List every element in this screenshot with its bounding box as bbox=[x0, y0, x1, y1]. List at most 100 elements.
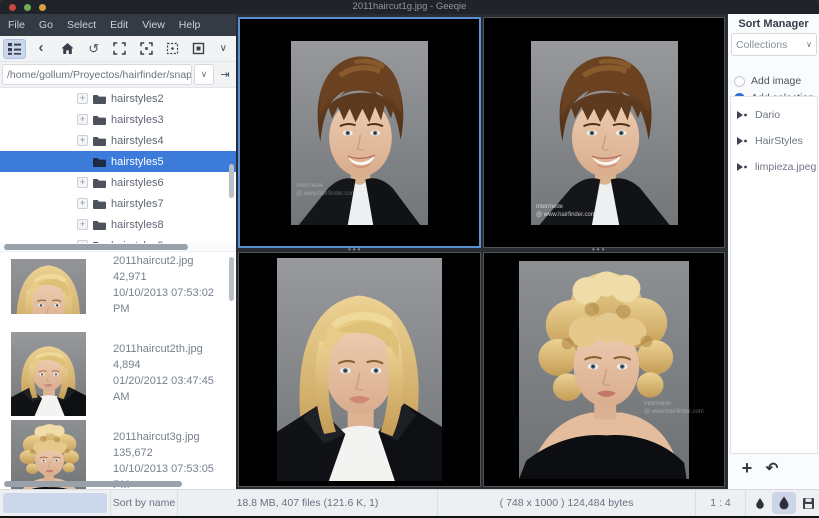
tree-row[interactable]: + hairstyles3 bbox=[0, 109, 236, 130]
sort-by-segment[interactable]: Sort by name bbox=[110, 490, 177, 516]
radio-off-icon[interactable] bbox=[734, 76, 745, 87]
image-tile[interactable] bbox=[238, 252, 481, 487]
tree-row[interactable]: + hairstyles4 bbox=[0, 130, 236, 151]
tree-row-label: hairstyles3 bbox=[111, 114, 164, 126]
collection-label: Dario bbox=[755, 109, 780, 121]
title-bar: 2011haircut1g.jpg - Geeqie bbox=[0, 0, 819, 14]
progress-bar bbox=[3, 493, 107, 513]
tree-horizontal-scrollbar[interactable] bbox=[0, 243, 236, 252]
tree-vertical-scrollbar[interactable] bbox=[229, 164, 234, 198]
tree-row-label: hairstyles6 bbox=[111, 177, 164, 189]
view-list-button[interactable] bbox=[3, 39, 26, 59]
path-history-button[interactable]: ∨ bbox=[194, 64, 214, 85]
zoom-fit-icon bbox=[113, 42, 126, 55]
plus-icon: + bbox=[742, 458, 753, 479]
scrollbar-thumb[interactable] bbox=[4, 244, 188, 250]
menu-go[interactable]: Go bbox=[39, 19, 53, 31]
file-metadata: 2011haircut2.jpg 42,971 10/10/2013 07:53… bbox=[113, 254, 230, 318]
home-button[interactable] bbox=[56, 39, 79, 59]
expander-icon[interactable]: + bbox=[77, 114, 88, 125]
collection-expander-icon[interactable] bbox=[737, 163, 748, 171]
expander-icon[interactable]: + bbox=[77, 135, 88, 146]
color-profile-on-button[interactable] bbox=[772, 492, 796, 514]
zoom-one-to-one-icon bbox=[166, 42, 179, 55]
folder-icon bbox=[93, 220, 106, 230]
collection-expander-icon[interactable] bbox=[737, 137, 748, 145]
left-panel: File Go Select Edit View Help ‹ ↺ bbox=[0, 14, 236, 489]
tree-row[interactable]: + hairstyles2 bbox=[0, 88, 236, 109]
folder-icon bbox=[93, 157, 106, 167]
save-state-button[interactable] bbox=[796, 492, 819, 514]
collection-expander-icon[interactable] bbox=[737, 111, 748, 119]
file-thumbnail bbox=[11, 332, 86, 416]
tree-row[interactable]: + hairstyles8 bbox=[0, 214, 236, 235]
tree-row-label: hairstyles5 bbox=[111, 156, 164, 168]
file-size: 135,672 bbox=[113, 446, 230, 462]
files-info-segment: 18.8 MB, 407 files (121.6 K, 1) bbox=[177, 490, 437, 516]
zoom-fill-button[interactable] bbox=[187, 39, 210, 59]
refresh-button[interactable]: ↺ bbox=[82, 39, 105, 59]
image-grid: Intermède@ www.hairfinder.com Intermède@… bbox=[236, 14, 727, 489]
file-list: 2011haircut2.jpg 42,971 10/10/2013 07:53… bbox=[0, 252, 236, 489]
path-complete-button[interactable]: ⇥ bbox=[216, 64, 234, 85]
menu-view[interactable]: View bbox=[142, 19, 165, 31]
file-thumbnail bbox=[11, 259, 86, 314]
zoom-ratio-segment[interactable]: 1 : 4 bbox=[695, 490, 745, 516]
add-image-radio-row[interactable]: Add image bbox=[734, 75, 801, 87]
expander-icon[interactable]: + bbox=[77, 177, 88, 188]
collections-list: Dario HairStyles limpieza.jpeg bbox=[730, 96, 818, 454]
tree-row-label: hairstyles4 bbox=[111, 135, 164, 147]
file-date: 01/20/2012 03:47:45 AM bbox=[113, 374, 230, 406]
expander-icon[interactable]: + bbox=[77, 198, 88, 209]
folder-icon bbox=[93, 115, 106, 125]
file-list-vertical-scrollbar[interactable] bbox=[229, 257, 234, 301]
path-bar: ∨ ⇥ bbox=[0, 62, 236, 88]
menu-file[interactable]: File bbox=[8, 19, 25, 31]
expander-icon[interactable]: + bbox=[77, 93, 88, 104]
image-tile[interactable]: Intermède@ www.hairfinder.com bbox=[483, 17, 725, 248]
zoom-fill-icon bbox=[192, 42, 205, 55]
file-list-item[interactable]: 2011haircut3g.jpg 135,672 10/10/2013 07:… bbox=[0, 418, 236, 489]
file-size: 4,894 bbox=[113, 358, 230, 374]
undo-button[interactable]: ↶ bbox=[761, 457, 783, 479]
sort-mode-dropdown[interactable]: Collections ∨ bbox=[731, 33, 817, 56]
collection-item[interactable]: limpieza.jpeg bbox=[737, 161, 816, 173]
zoom-original-button[interactable] bbox=[161, 39, 184, 59]
menu-edit[interactable]: Edit bbox=[110, 19, 128, 31]
add-image-label: Add image bbox=[751, 75, 801, 87]
tree-row[interactable]: + hairstyles9 bbox=[0, 235, 236, 243]
droplet-icon bbox=[778, 496, 790, 510]
undo-icon: ↶ bbox=[766, 459, 779, 477]
back-button[interactable]: ‹ bbox=[29, 39, 52, 59]
menu-select[interactable]: Select bbox=[67, 19, 96, 31]
file-thumbnail bbox=[11, 420, 86, 489]
tree-row[interactable]: + hairstyles6 bbox=[0, 172, 236, 193]
chevron-down-icon: ∨ bbox=[806, 40, 812, 49]
folder-icon bbox=[93, 136, 106, 146]
file-list-horizontal-scrollbar[interactable] bbox=[4, 481, 182, 487]
zoom-expand-button[interactable] bbox=[135, 39, 158, 59]
color-profile-off-button[interactable] bbox=[748, 492, 772, 514]
expander-icon[interactable]: + bbox=[77, 219, 88, 230]
zoom-fit-button[interactable] bbox=[108, 39, 131, 59]
chevron-down-icon: ∨ bbox=[201, 69, 208, 80]
refresh-icon: ↺ bbox=[88, 41, 99, 57]
add-collection-button[interactable]: + bbox=[736, 457, 758, 479]
file-size: 42,971 bbox=[113, 270, 230, 286]
tree-row[interactable]: + hairstyles7 bbox=[0, 193, 236, 214]
floppy-disk-icon bbox=[802, 497, 815, 510]
file-list-item[interactable]: 2011haircut2th.jpg 4,894 01/20/2012 03:4… bbox=[0, 330, 236, 418]
image-tile-selected[interactable]: Intermède@ www.hairfinder.com bbox=[238, 17, 481, 248]
menu-help[interactable]: Help bbox=[179, 19, 201, 31]
path-input[interactable] bbox=[2, 64, 192, 85]
collection-item[interactable]: Dario bbox=[737, 109, 780, 121]
image-tile[interactable]: Intermède@ www.hairfinder.com bbox=[483, 252, 725, 487]
file-list-item[interactable]: 2011haircut2.jpg 42,971 10/10/2013 07:53… bbox=[0, 252, 236, 330]
tree-row-selected[interactable]: hairstyles5 bbox=[0, 151, 236, 172]
tree-row-label: hairstyles2 bbox=[111, 93, 164, 105]
image-watermark: Intermède@ www.hairfinder.com bbox=[644, 401, 704, 416]
collection-item[interactable]: HairStyles bbox=[737, 135, 803, 147]
toolbar: ‹ ↺ bbox=[0, 36, 236, 62]
progress-segment bbox=[0, 490, 110, 516]
toolbar-overflow-button[interactable]: ∨ bbox=[214, 39, 233, 59]
